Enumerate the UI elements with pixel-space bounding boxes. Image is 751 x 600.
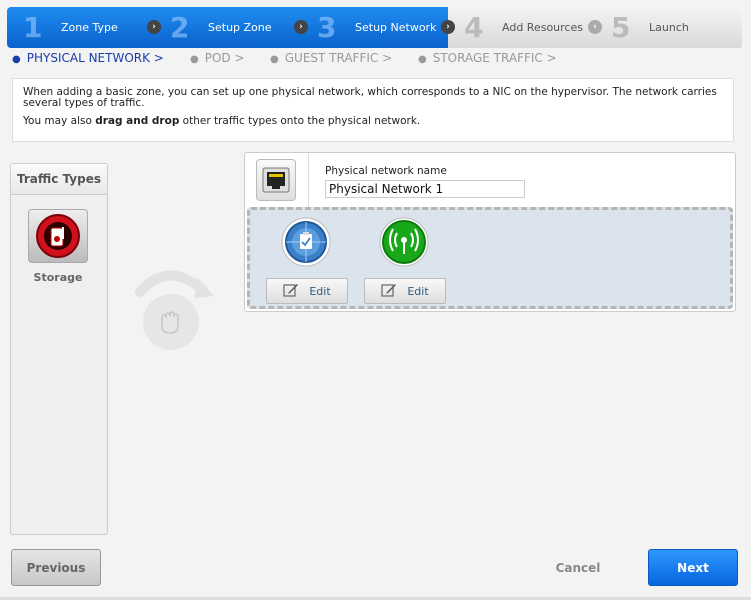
chevron-right-icon: ›: [147, 20, 161, 34]
drag-hint-icon: [128, 262, 218, 352]
physical-network-panel: Physical network name Physical Network 1…: [244, 152, 736, 312]
step-label: Launch: [649, 21, 689, 34]
next-button[interactable]: Next: [648, 549, 738, 586]
subnav-label: POD >: [204, 51, 245, 65]
traffic-types-panel: Traffic Types Storage: [10, 163, 108, 535]
info-text-drag: You may also drag and drop other traffic…: [23, 116, 723, 127]
step-add-resources[interactable]: 4 Add Resources ›: [448, 7, 602, 48]
subnav-label: STORAGE TRAFFIC >: [432, 51, 557, 65]
step-setup-network[interactable]: 3 Setup Network ›: [301, 7, 455, 48]
edit-icon: [283, 283, 299, 300]
storage-traffic-type[interactable]: Storage: [27, 209, 89, 284]
step-number: 2: [170, 11, 190, 44]
edit-management-traffic-button[interactable]: Edit: [266, 278, 348, 304]
subnav-storage-traffic[interactable]: ● STORAGE TRAFFIC >: [418, 51, 557, 65]
bullet-icon: ●: [418, 54, 427, 65]
info-text: When adding a basic zone, you can set up…: [23, 86, 717, 109]
step-number: 5: [611, 11, 631, 44]
edit-label: Edit: [309, 284, 331, 298]
step-number: 3: [317, 11, 337, 44]
physical-network-header: Physical network name: [245, 153, 735, 207]
step-label: Setup Zone: [208, 21, 272, 34]
guest-traffic-slot[interactable]: Edit: [364, 216, 446, 304]
step-setup-zone[interactable]: 2 Setup Zone ›: [154, 7, 308, 48]
physical-network-name-input[interactable]: [325, 180, 525, 198]
step-number: 1: [23, 11, 43, 44]
edit-icon: [381, 283, 397, 300]
management-traffic-icon[interactable]: [280, 216, 332, 268]
wizard-steps: 1 Zone Type › 2 Setup Zone › 3 Setup Net…: [7, 7, 743, 48]
storage-icon[interactable]: [28, 209, 88, 263]
step-number: 4: [464, 11, 484, 44]
step-label: Zone Type: [61, 21, 118, 34]
nic-icon: [256, 159, 296, 201]
guest-traffic-icon[interactable]: [378, 216, 430, 268]
edit-guest-traffic-button[interactable]: Edit: [364, 278, 446, 304]
subnav-physical-network[interactable]: ● PHYSICAL NETWORK >: [12, 51, 164, 65]
subnav-pod[interactable]: ● POD >: [190, 51, 245, 65]
bullet-icon: ●: [270, 54, 279, 65]
chevron-right-icon: ›: [441, 20, 455, 34]
step-label: Add Resources: [502, 21, 583, 34]
bullet-icon: ●: [190, 54, 199, 65]
chevron-right-icon: ›: [294, 20, 308, 34]
step-label: Setup Network: [355, 21, 437, 34]
subnav-label: GUEST TRAFFIC >: [284, 51, 393, 65]
subnav-guest-traffic[interactable]: ● GUEST TRAFFIC >: [270, 51, 392, 65]
chevron-right-icon: ›: [588, 20, 602, 34]
traffic-types-title: Traffic Types: [11, 164, 107, 195]
divider: [308, 153, 309, 207]
subnav-label: PHYSICAL NETWORK >: [26, 51, 164, 65]
step-zone-type[interactable]: 1 Zone Type ›: [7, 7, 161, 48]
info-text-part: other traffic types onto the physical ne…: [179, 115, 421, 127]
management-traffic-slot[interactable]: Edit: [266, 216, 348, 304]
edit-label: Edit: [407, 284, 429, 298]
info-box: When adding a basic zone, you can set up…: [12, 78, 734, 142]
info-text-part: You may also: [23, 115, 96, 127]
step-launch[interactable]: 5 Launch: [595, 7, 742, 48]
bullet-icon: ●: [12, 54, 21, 65]
physical-network-name-label: Physical network name: [325, 165, 447, 177]
info-text-bold: drag and drop: [95, 115, 180, 127]
traffic-drop-zone[interactable]: Edit Edit: [247, 207, 733, 309]
cancel-button[interactable]: Cancel: [548, 558, 608, 578]
previous-button[interactable]: Previous: [11, 549, 101, 586]
storage-label: Storage: [33, 271, 83, 284]
